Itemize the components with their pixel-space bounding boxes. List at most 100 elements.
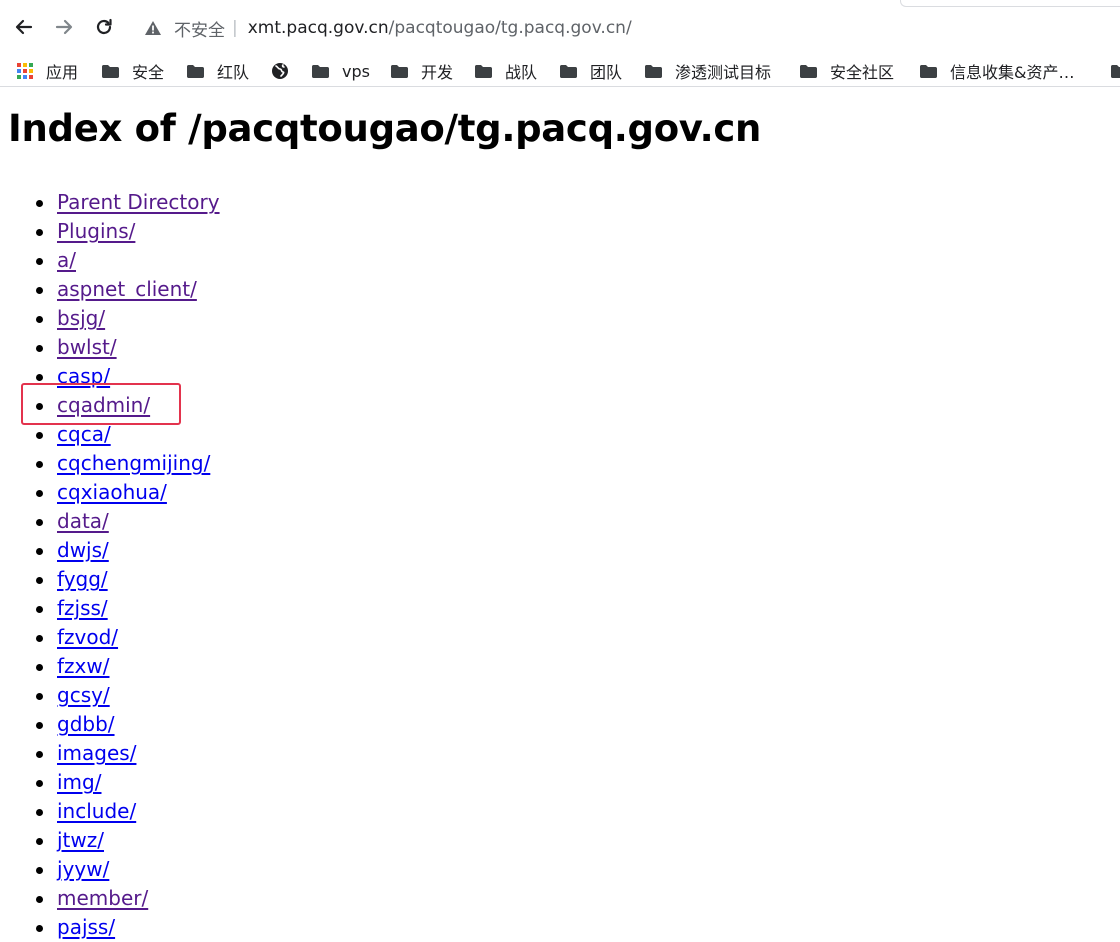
highlight-annotation (21, 383, 181, 425)
list-item: cqchengmijing/ (36, 449, 220, 478)
reload-icon (96, 18, 112, 35)
bookmark-label: 安全社区 (830, 63, 895, 82)
directory-link[interactable]: cqca/ (57, 422, 111, 446)
directory-link[interactable]: jtwz/ (57, 828, 104, 852)
bookmark-overflow[interactable] (1110, 58, 1120, 84)
directory-link[interactable]: aspnet_client/ (57, 277, 197, 301)
list-item: gcsy/ (36, 681, 220, 710)
directory-link[interactable]: images/ (57, 741, 136, 765)
bookmark-label: vps (342, 61, 370, 81)
forward-arrow-icon (55, 19, 73, 35)
bookmark-label: 开发 (421, 63, 454, 82)
globe-icon (271, 62, 289, 80)
directory-link[interactable]: gcsy/ (57, 683, 110, 707)
directory-link[interactable]: include/ (57, 799, 136, 823)
directory-link[interactable]: cqchengmijing/ (57, 451, 210, 475)
folder-icon (1110, 64, 1120, 79)
apps-grid-icon (16, 62, 34, 80)
bookmark-folder-hongdui[interactable]: 红队 (186, 58, 249, 84)
list-item: gdbb/ (36, 710, 220, 739)
folder-icon (311, 64, 330, 79)
folder-icon (390, 64, 409, 79)
security-label[interactable]: 不安全 (174, 16, 225, 41)
directory-link[interactable]: data/ (57, 509, 109, 533)
back-arrow-icon (15, 19, 33, 35)
directory-link[interactable]: fzvod/ (57, 625, 118, 649)
forward-button[interactable] (49, 12, 79, 42)
list-item: fzjss/ (36, 594, 220, 623)
list-item: dwjs/ (36, 536, 220, 565)
directory-link[interactable]: fygg/ (57, 567, 108, 591)
directory-link[interactable]: jyyw/ (57, 857, 109, 881)
list-item: img/ (36, 768, 220, 797)
directory-link[interactable]: cqxiaohua/ (57, 480, 167, 504)
page-content: Index of /pacqtougao/tg.pacq.gov.cn Pare… (0, 87, 1120, 941)
directory-link[interactable]: a/ (57, 248, 76, 272)
folder-icon (919, 64, 938, 79)
folder-icon (474, 64, 493, 79)
list-item: bwlst/ (36, 333, 220, 362)
list-item: fygg/ (36, 565, 220, 594)
list-item: images/ (36, 739, 220, 768)
bookmarks-bar: 应用 安全 红队 vps 开发 战队 团队 渗透测试目标 安全社区 信息收集&资… (0, 56, 1120, 87)
folder-icon (101, 64, 120, 79)
browser-toolbar: 不安全 | xmt.pacq.gov.cn/pacqtougao/tg.pacq… (0, 0, 1120, 56)
directory-link[interactable]: img/ (57, 770, 101, 794)
list-item: bsjg/ (36, 304, 220, 333)
list-item: fzxw/ (36, 652, 220, 681)
bookmark-folder-tuandui[interactable]: 团队 (559, 58, 622, 84)
directory-link[interactable]: pajss/ (57, 915, 115, 939)
list-item: member/ (36, 884, 220, 913)
list-item: include/ (36, 797, 220, 826)
bookmark-label: 应用 (46, 63, 79, 82)
bookmark-folder-info-gathering[interactable]: 信息收集&资产… (919, 58, 1074, 84)
list-item: a/ (36, 246, 220, 275)
folder-icon (644, 64, 663, 79)
list-item: cqxiaohua/ (36, 478, 220, 507)
bookmark-folder-vps[interactable]: vps (311, 58, 370, 84)
list-item: jyyw/ (36, 855, 220, 884)
list-item: fzvod/ (36, 623, 220, 652)
address-bar[interactable]: 不安全 | xmt.pacq.gov.cn/pacqtougao/tg.pacq… (134, 10, 894, 46)
folder-icon (186, 64, 205, 79)
list-item: data/ (36, 507, 220, 536)
list-item: pajss/ (36, 913, 220, 942)
list-item: jtwz/ (36, 826, 220, 855)
bookmark-apps[interactable]: 应用 (16, 58, 78, 84)
directory-link[interactable]: fzjss/ (57, 596, 108, 620)
bookmark-folder-zhandui[interactable]: 战队 (474, 58, 537, 84)
bookmark-label: 安全 (132, 63, 165, 82)
bookmark-label: 渗透测试目标 (675, 63, 772, 82)
list-item: aspnet_client/ (36, 275, 220, 304)
warning-icon (144, 18, 164, 38)
bookmark-label: 战队 (505, 63, 538, 82)
bookmark-folder-pentest-targets[interactable]: 渗透测试目标 (644, 58, 771, 84)
list-item: Parent Directory (36, 188, 220, 217)
back-button[interactable] (9, 12, 39, 42)
security-separator: | (232, 18, 238, 38)
bookmark-label: 信息收集&资产… (950, 63, 1075, 82)
directory-link[interactable]: gdbb/ (57, 712, 115, 736)
url-path: /pacqtougao/tg.pacq.gov.cn/ (388, 18, 632, 38)
bookmark-label: 红队 (217, 63, 250, 82)
list-item: Plugins/ (36, 217, 220, 246)
directory-link[interactable]: Plugins/ (57, 219, 135, 243)
bookmark-globe[interactable] (271, 58, 289, 84)
bookmark-folder-anquan[interactable]: 安全 (101, 58, 164, 84)
directory-link[interactable]: dwjs/ (57, 538, 109, 562)
reload-button[interactable] (89, 12, 119, 42)
folder-icon (799, 64, 818, 79)
directory-link[interactable]: bsjg/ (57, 306, 105, 330)
bookmark-folder-security-community[interactable]: 安全社区 (799, 58, 894, 84)
directory-link[interactable]: fzxw/ (57, 654, 109, 678)
page-title: Index of /pacqtougao/tg.pacq.gov.cn (8, 107, 762, 150)
folder-icon (559, 64, 578, 79)
directory-listing: Parent Directory Plugins/a/aspnet_client/… (0, 188, 220, 942)
window-edge (900, 0, 1120, 7)
directory-link[interactable]: Parent Directory (57, 190, 220, 214)
url-host: xmt.pacq.gov.cn (247, 18, 389, 38)
directory-link[interactable]: member/ (57, 886, 148, 910)
bookmark-folder-kaifa[interactable]: 开发 (390, 58, 453, 84)
directory-link[interactable]: bwlst/ (57, 335, 117, 359)
bookmark-label: 团队 (590, 63, 623, 82)
